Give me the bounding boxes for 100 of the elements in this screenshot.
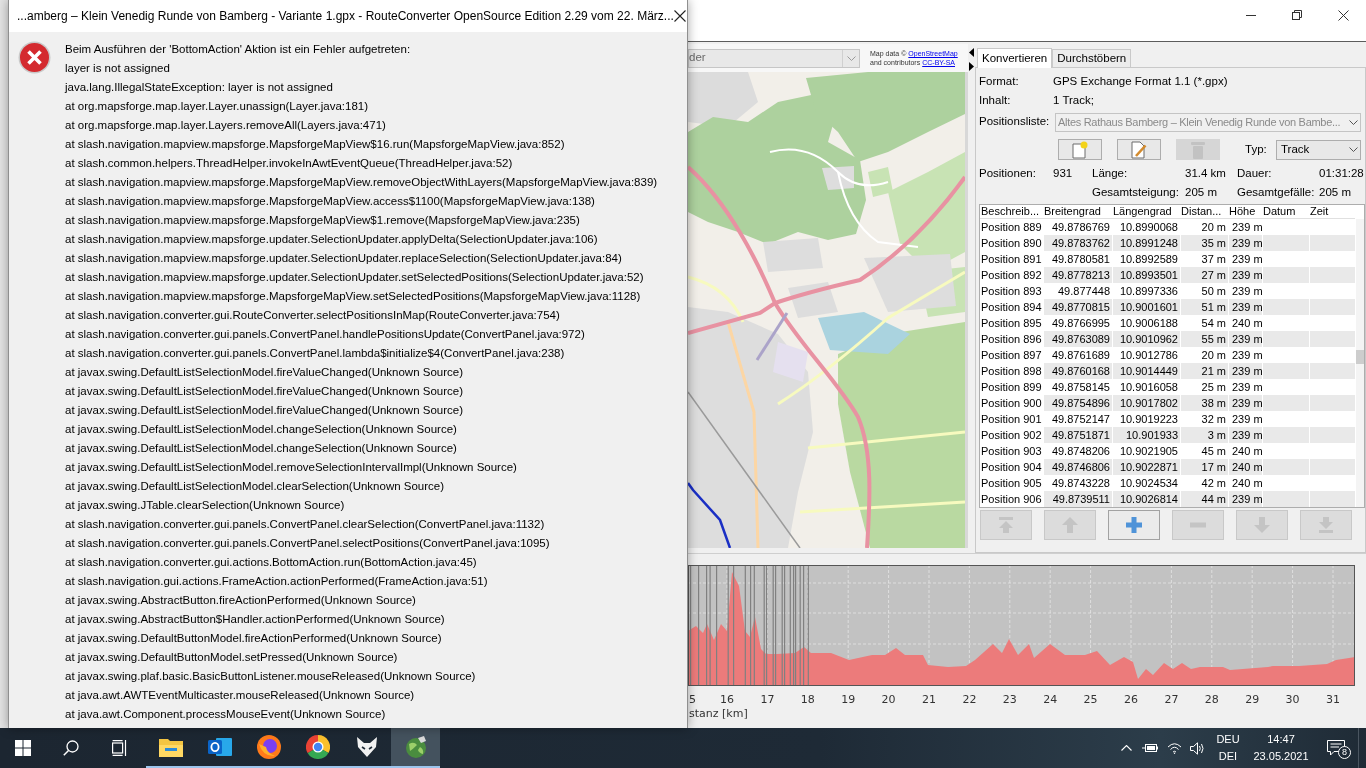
table-cell: Position 896 [980,331,1043,347]
type-combo[interactable]: Track [1276,139,1361,160]
table-cell: Position 898 [980,363,1043,379]
stack-trace-line: at slash.navigation.converter.gui.actions.BottomAction.run(BottomAction.java:45) [65,555,478,570]
clock[interactable]: 14:47 23.05.2021 [1248,728,1314,768]
stack-trace-line: at slash.navigation.mapview.mapsforge.MapsforgeMapView$1.remove(MapsforgeMapView.java:235) [65,213,581,228]
axis-tick-label: 17 [760,693,775,706]
arrow-to-top-icon [998,517,1014,533]
table-row[interactable]: Position 898 49.8760168 10.9014449 21 m 239 m [980,363,1355,379]
field-label: Positionsliste: [979,114,1051,130]
stack-trace-line: at org.mapsforge.map.layer.Layer.unassign(Layer.java:181) [65,99,369,114]
stack-trace-line: at javax.swing.DefaultListSelectionModel.changeSelection(Unknown Source) [65,422,458,437]
stat-value: 205 m [1185,184,1218,200]
axis-tick-label: 25 [1083,693,1098,706]
column-header[interactable]: Breitengrad [1043,205,1112,218]
column-header[interactable]: Distan... [1180,205,1228,218]
table-cell: Position 904 [980,459,1043,475]
axis-tick-label: 19 [841,693,856,706]
field-value: GPS Exchange Format 1.1 (*.gpx) [1053,73,1228,89]
table-row[interactable]: Position 900 49.8754896 10.9017802 38 m 239 m [980,395,1355,411]
scrollbar-thumb[interactable] [1356,350,1364,364]
table-row[interactable]: Position 904 49.8746806 10.9022871 17 m 240 m [980,459,1355,475]
move-add-button[interactable] [1108,510,1160,540]
axis-tick-label: 22 [962,693,977,706]
task-view-icon [112,740,128,756]
stack-trace-line: at java.awt.Component.processMouseEvent(Unknown Source) [65,707,387,722]
column-header[interactable]: Datum [1262,205,1309,218]
stack-trace-line: at javax.swing.DefaultListSelectionModel.fireValueChanged(Unknown Source) [65,403,465,418]
stack-trace-line: at slash.navigation.mapview.mapsforge.updater.SelectionUpdater.replaceSelection(SelectionUpdater.java:84) [65,251,623,266]
windows-logo-icon [15,740,31,756]
globe-icon [403,735,428,759]
trash-icon [1191,140,1205,159]
stack-trace-line: at slash.navigation.converter.gui.panels.ConvertPanel.clearSelection(ConvertPanel.java:1132) [65,517,546,532]
stat-value: 31.4 km [1185,165,1227,181]
table-cell: Position 902 [980,427,1043,443]
scrollbar[interactable] [1356,219,1364,507]
stack-trace-line: at slash.navigation.converter.gui.panels.ConvertPanel.selectPositions(ConvertPanel.java:1095) [65,536,551,551]
stack-trace-line: at slash.navigation.mapview.mapsforge.MapsforgeMapView$16.run(MapsforgeMapView.java:852) [65,137,566,152]
wifi-icon [1166,742,1182,754]
column-header[interactable]: Höhe [1228,205,1262,218]
table-row[interactable]: Position 902 49.8751871 10.901933 3 m 239 m [980,427,1355,443]
column-header[interactable]: Beschreib... [980,205,1043,218]
column-header[interactable]: Zeit [1309,205,1355,218]
edit-button[interactable] [1117,139,1161,160]
column-header[interactable]: Längengrad [1112,205,1180,218]
map-search-combo[interactable]: der [688,48,860,68]
stack-trace-line: at java.awt.AWTEventMulticaster.mouseReleased(Unknown Source) [65,688,416,703]
axis-tick-label: 28 [1204,693,1219,706]
axis-tick-label: 20 [881,693,896,706]
stack-trace-line: at javax.swing.DefaultListSelectionModel.clearSelection(Unknown Source) [65,479,446,494]
restore-icon [1292,10,1302,20]
stat-label: Länge: [1092,165,1129,181]
field-label: Format: [979,73,1020,89]
table-row[interactable]: Position 906 49.8739511 10.9026814 44 m 239 m [980,491,1355,507]
table-row[interactable]: Position 896 49.8763089 10.9010962 55 m 239 m [980,331,1355,347]
plus-icon [1126,517,1142,533]
volume-icon [1189,741,1205,755]
notifications-button[interactable]: 8 [1314,728,1358,768]
chevron-down-icon [846,55,856,61]
stack-trace-line: at slash.navigation.gui.actions.FrameAction.actionPerformed(FrameAction.java:51) [65,574,489,589]
error-message: Beim Ausführen der 'BottomAction' Aktion ist ein Fehler aufgetreten: [65,42,412,57]
stat-value: 931 [1053,165,1074,181]
stack-trace-line: at slash.navigation.mapview.mapsforge.MapsforgeMapView.removeObjectWithLayers(MapsforgeMapView.java:839) [65,175,658,190]
stack-trace-line: at javax.swing.DefaultButtonModel.fireActionPerformed(Unknown Source) [65,631,443,646]
arrow-down-icon [1254,517,1270,533]
route-app-button[interactable] [391,728,440,768]
table-row[interactable]: Position 894 49.8770815 10.9001601 51 m 239 m [980,299,1355,315]
table-row[interactable]: Position 890 49.8783762 10.8991248 35 m 239 m [980,235,1355,251]
flame-globe-icon [256,735,281,759]
stack-trace-line: at slash.navigation.mapview.mapsforge.updater.SelectionUpdater.setSelectedPositions(SelectionUpdater.java:52) [65,270,645,285]
message-icon [1327,740,1345,756]
axis-tick-label: 31 [1326,693,1340,706]
stack-trace-line: at javax.swing.AbstractButton$Handler.actionPerformed(Unknown Source) [65,612,446,627]
table-cell: Position 894 [980,299,1043,315]
folder-icon [158,737,183,757]
left-triangle-icon[interactable] [969,48,974,57]
language-indicator[interactable]: DEU DEI [1208,728,1248,768]
stat-label: Gesamtsteigung: [1092,184,1180,200]
table-row[interactable]: Position 892 49.8778213 10.8993501 27 m 239 m [980,267,1355,283]
tab[interactable]: Konvertieren [977,48,1053,68]
stat-label: Positionen: [979,165,1037,181]
table-cell: Position 892 [980,267,1043,283]
stack-trace-line: at slash.navigation.converter.gui.panels.ConvertPanel.handlePositionsUpdate(ConvertPanel.java:972) [65,327,586,342]
field-label: Typ: [1245,141,1268,157]
axis-tick-label: 30 [1285,693,1300,706]
axis-tick-label: 26 [1124,693,1138,706]
field-value: 1 Track; [1053,92,1094,108]
stack-trace-line: at slash.navigation.converter.gui.panels.ConvertPanel.lambda$initialize$4(ConvertPanel.java:238) [65,346,566,361]
stack-trace-line: layer is not assigned [65,61,171,76]
fox-head-icon [355,737,378,757]
stack-trace-line: at javax.swing.DefaultButtonModel.setPressed(Unknown Source) [65,650,399,665]
close-icon [1337,9,1349,21]
table-cell: 44 m [1180,491,1228,507]
stack-trace-line: at slash.navigation.mapview.mapsforge.MapsforgeMapView.access$1100(MapsforgeMapView.java:138) [65,194,596,209]
right-triangle-icon[interactable] [969,62,974,71]
table-cell: 49.8739511 [1043,491,1112,507]
stat-value: 205 m [1319,184,1352,200]
stack-trace-line: at slash.navigation.converter.gui.RouteConverter.selectPositionsInMap(RouteConverter.java:754) [65,308,561,323]
stack-trace-line: at javax.swing.plaf.basic.BasicButtonListener.mouseReleased(Unknown Source) [65,669,477,684]
new-document-icon [1072,140,1088,159]
